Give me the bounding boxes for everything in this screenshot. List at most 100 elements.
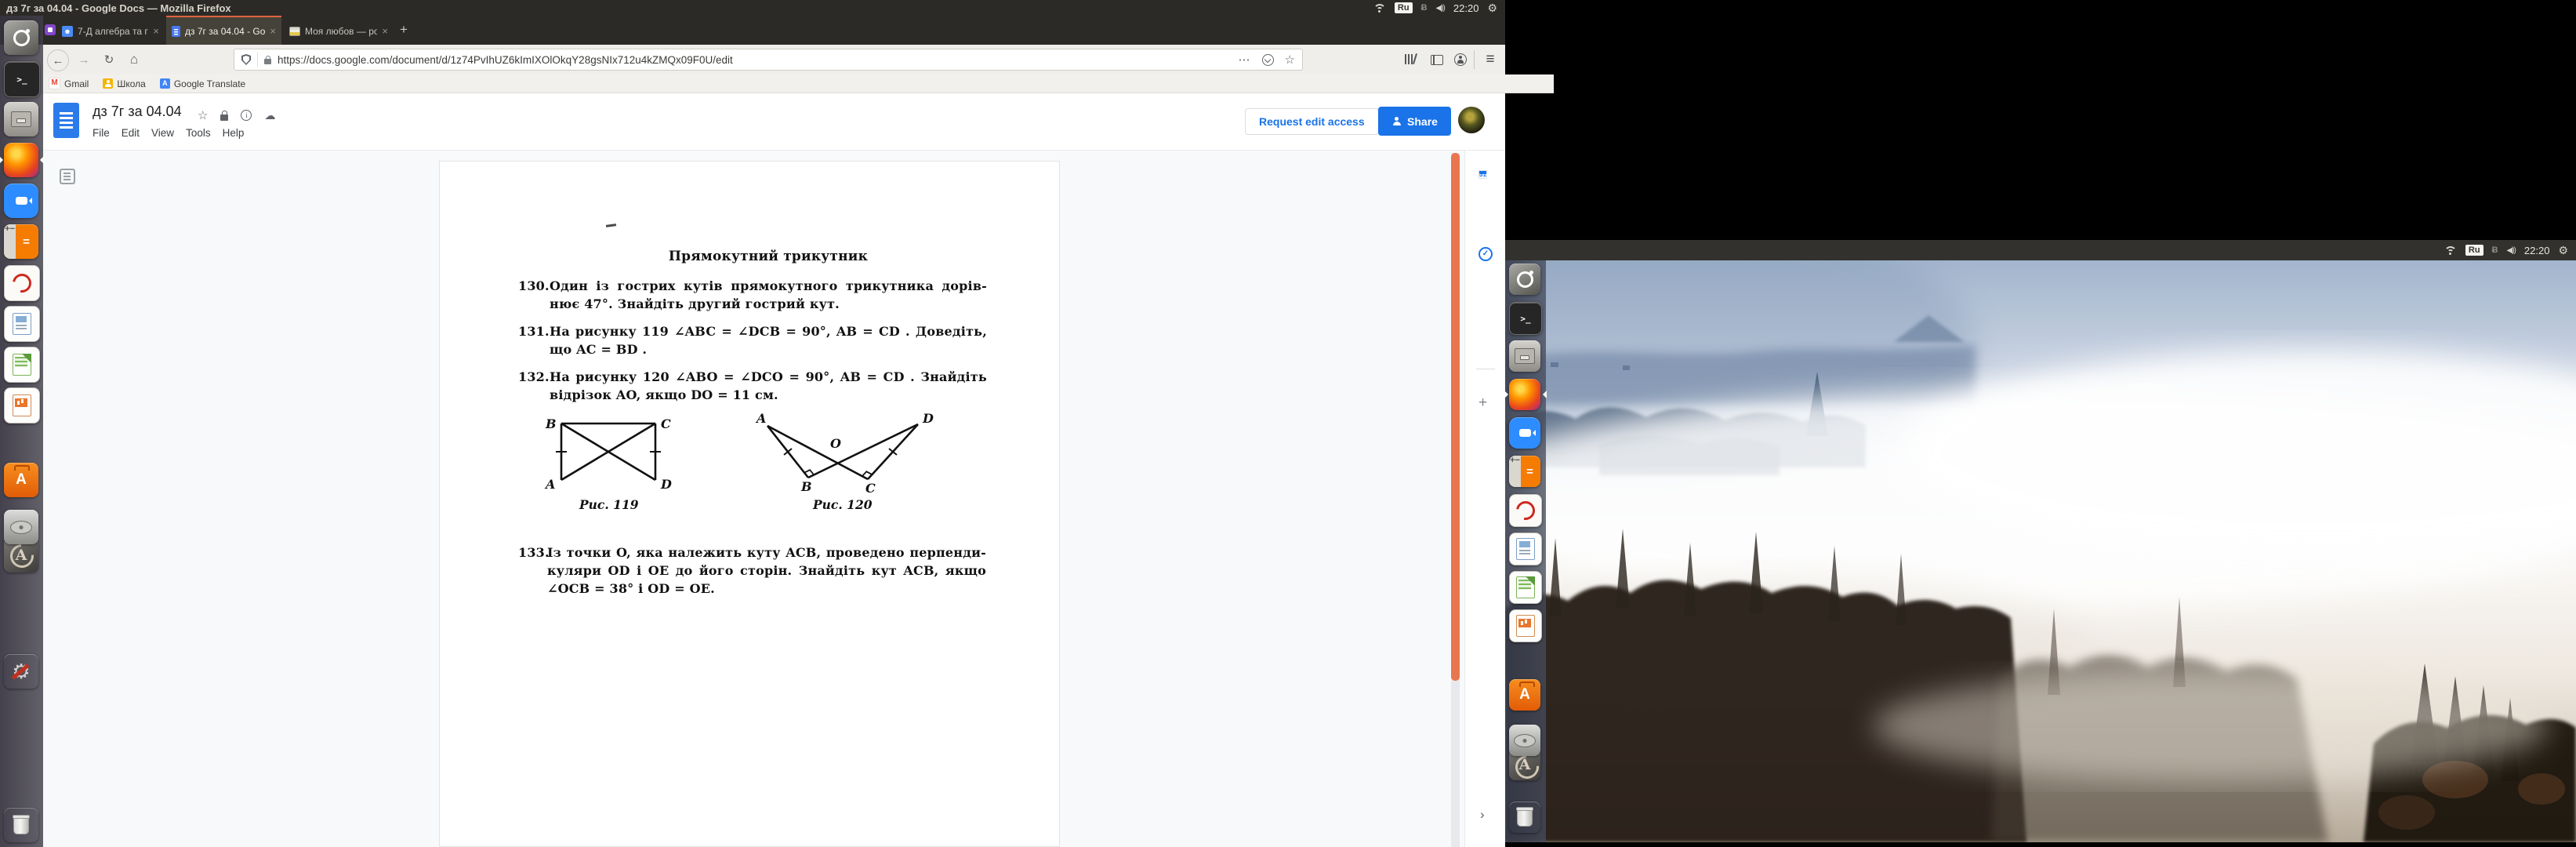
tab-close-icon[interactable]: × (382, 25, 388, 37)
dock-icon-libreoffice-impress[interactable] (4, 387, 40, 424)
tab-docs-active[interactable]: дз 7г за 04.04 - Google D × (166, 16, 281, 45)
problem-line: куляри OD і OE до його сторін. Знайдіть … (547, 562, 986, 580)
bookmarks-bar: M Gmail Школа А Google Translate (0, 75, 1554, 93)
tasks-icon[interactable]: ✓ (1478, 247, 1493, 261)
session-gear-icon[interactable]: ⚙ (2558, 244, 2568, 257)
account-avatar[interactable] (1458, 107, 1485, 133)
dock-icon-trash[interactable] (4, 808, 38, 842)
pinned-tab-icon[interactable] (45, 24, 56, 35)
dock-icon-libreoffice-calc[interactable] (4, 347, 40, 383)
session-gear-icon[interactable]: ⚙ (1487, 2, 1497, 15)
clock[interactable]: 22:20 (1453, 2, 1479, 14)
dock-icon-file-archive[interactable] (1509, 340, 1540, 372)
url-text[interactable]: https://docs.google.com/document/d/1z74P… (278, 54, 733, 66)
home-button[interactable]: ⌂ (124, 49, 144, 70)
document-info-icon[interactable]: i (241, 110, 252, 121)
document-outline-icon[interactable] (60, 169, 75, 184)
dock-icon-zoom[interactable] (4, 184, 38, 218)
share-person-icon (1391, 117, 1402, 125)
calendar-icon[interactable]: 31 (1478, 170, 1487, 179)
bookmark-star-icon[interactable]: ☆ (1285, 53, 1295, 67)
problem-number: 132. (518, 368, 550, 386)
figure-119: B C A D (538, 411, 698, 491)
document-scrollbar[interactable] (1451, 153, 1460, 847)
dock-icon-software-center[interactable]: A (1509, 679, 1540, 711)
account-icon[interactable] (1450, 49, 1471, 70)
dock-icon-disks[interactable] (1509, 725, 1540, 756)
dock-icon-libreoffice-writer[interactable] (4, 306, 40, 342)
dock-icon-libreoffice-impress[interactable] (1509, 609, 1542, 642)
problem-line: відрізок AO, якщо DO = 11 см. (550, 386, 778, 404)
menu-view[interactable]: View (151, 127, 174, 139)
request-edit-access-button[interactable]: Request edit access (1245, 108, 1379, 135)
problem-line: що AC = BD . (550, 340, 647, 358)
document-title[interactable]: дз 7г за 04.04 (93, 104, 182, 120)
dock-icon-okular[interactable] (4, 265, 40, 301)
dock-icon-terminal[interactable]: >_ (4, 61, 40, 97)
bluetooth-icon[interactable]: Ƀ (1421, 3, 1428, 13)
dock-icon-software-center[interactable]: A (4, 463, 38, 497)
wifi-icon[interactable] (2444, 245, 2457, 256)
menu-help[interactable]: Help (223, 127, 245, 139)
menu-tools[interactable]: Tools (186, 127, 211, 139)
school-icon (103, 78, 113, 89)
dock-icon-calculator[interactable]: +−= (4, 224, 38, 259)
hide-side-panel-icon[interactable]: › (1480, 807, 1485, 823)
get-addons-icon[interactable]: + (1478, 394, 1487, 412)
dock-icon-trash[interactable] (1509, 802, 1540, 833)
google-docs-logo[interactable] (53, 103, 79, 138)
tab-algebra[interactable]: ☻ 7-Д алгебра та геометр × (56, 17, 165, 45)
bluetooth-icon[interactable]: Ƀ (2492, 245, 2498, 255)
bookmark-school[interactable]: Школа (103, 78, 145, 89)
new-tab-button[interactable]: + (400, 22, 408, 38)
dock-icon-libreoffice-writer[interactable] (1509, 533, 1542, 565)
dock-icon-firefox[interactable] (4, 143, 38, 177)
launcher-dock-second: >_ +−= A A ⚙ (1505, 260, 1546, 842)
https-lock-icon[interactable] (264, 59, 271, 64)
dock-icon-terminal[interactable]: >_ (1509, 302, 1542, 335)
forward-button[interactable]: → (74, 49, 94, 70)
dock-icon-disks[interactable] (4, 510, 38, 544)
pocket-icon[interactable] (1262, 54, 1274, 66)
figure-120-caption: Рис. 120 (813, 497, 873, 512)
dock-icon-dash-home[interactable] (1509, 264, 1540, 295)
tab-close-icon[interactable]: × (153, 25, 159, 37)
dock-icon-firefox[interactable] (1509, 379, 1540, 410)
menu-hamburger-icon[interactable]: ≡ (1480, 49, 1500, 70)
sidebar-icon[interactable] (1427, 49, 1447, 70)
dock-icon-dash-home[interactable] (4, 20, 38, 55)
figure-119-caption: Рис. 119 (579, 497, 639, 512)
bookmark-gmail[interactable]: M Gmail (49, 78, 89, 89)
bookmark-translate[interactable]: А Google Translate (160, 78, 245, 89)
keyboard-layout-indicator[interactable]: Ru (1395, 2, 1413, 13)
document-page[interactable]: Прямокутний трикутник 130. Один із гостр… (439, 161, 1060, 847)
volume-icon[interactable]: ◀)) (1436, 4, 1445, 13)
dock-icon-okular[interactable] (1509, 494, 1542, 527)
keyboard-layout-indicator[interactable]: Ru (2465, 245, 2483, 256)
star-document-icon[interactable]: ☆ (198, 108, 208, 122)
restricted-access-icon[interactable] (220, 115, 228, 121)
tab-photo[interactable]: Моя любов — рожевий × (284, 17, 394, 45)
menu-file[interactable]: File (93, 127, 110, 139)
saved-cloud-icon: ☁ (264, 109, 275, 122)
tab-close-icon[interactable]: × (270, 25, 276, 37)
dock-icon-file-archive[interactable] (4, 102, 38, 136)
dock-icon-calculator[interactable]: +−= (1509, 456, 1540, 487)
menu-edit[interactable]: Edit (122, 127, 140, 139)
back-button[interactable]: ← (47, 49, 69, 71)
library-icon[interactable] (1400, 49, 1420, 70)
dock-icon-libreoffice-calc[interactable] (1509, 571, 1542, 604)
page-actions-icon[interactable]: ⋯ (1239, 53, 1251, 67)
dock-icon-system-tools[interactable]: ⚙ (4, 654, 38, 689)
share-button[interactable]: Share (1378, 107, 1451, 136)
url-bar[interactable]: https://docs.google.com/document/d/1z74P… (234, 49, 1303, 71)
wifi-icon[interactable] (1373, 3, 1386, 13)
tracking-shield-icon[interactable] (241, 54, 251, 65)
volume-icon[interactable]: ◀)) (2507, 246, 2516, 255)
svg-text:B: B (800, 479, 812, 493)
clock[interactable]: 22:20 (2524, 245, 2550, 256)
reload-button[interactable]: ↻ (99, 49, 119, 70)
scrollbar-thumb[interactable] (1451, 153, 1460, 681)
translate-icon: А (160, 78, 170, 89)
dock-icon-zoom[interactable] (1509, 417, 1540, 449)
